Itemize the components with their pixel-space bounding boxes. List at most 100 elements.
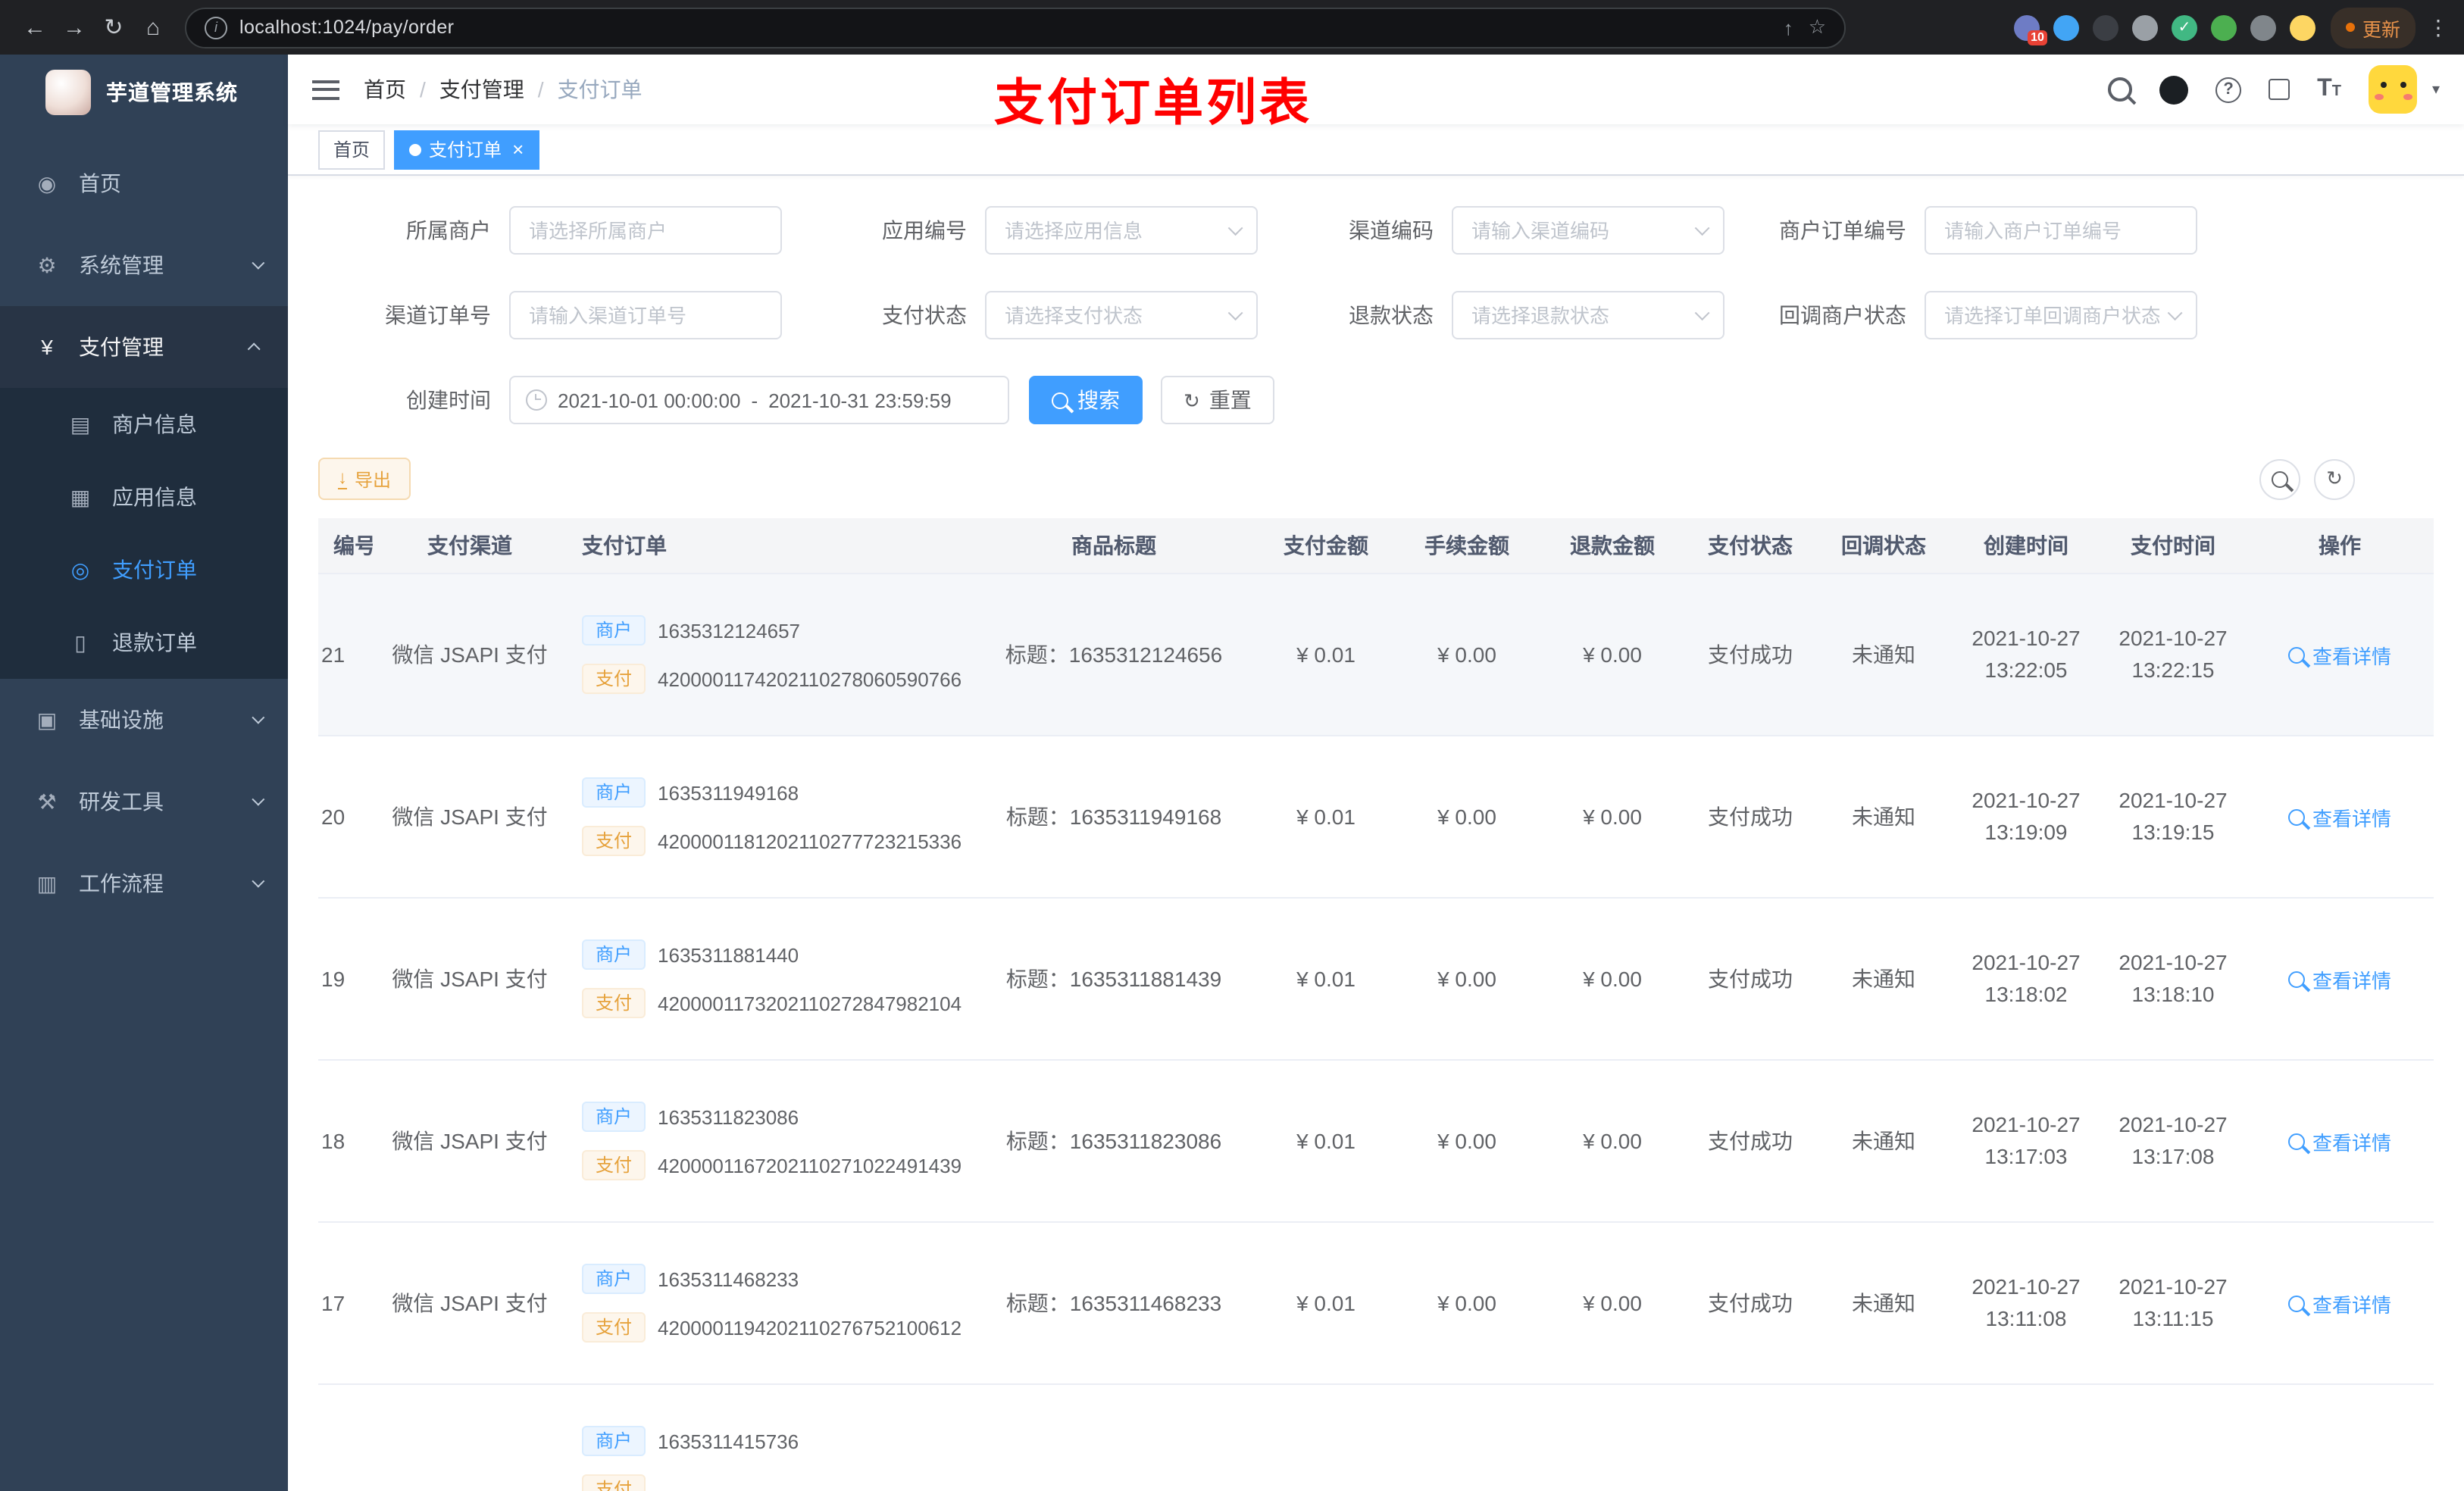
record-icon: ◎ <box>70 557 90 581</box>
search-icon <box>1052 392 1068 408</box>
cell-amount: ¥ 0.01 <box>1258 1222 1394 1385</box>
fullscreen-icon[interactable] <box>2269 79 2290 100</box>
extension-drop-icon[interactable] <box>2053 14 2079 40</box>
merchant-order-no: 1635311949168 <box>658 781 799 804</box>
cell-fee: ¥ 0.00 <box>1394 898 1540 1061</box>
date-range-input[interactable]: 2021-10-01 00:00:00 - 2021-10-31 23:59:5… <box>509 376 1009 424</box>
browser-update-button[interactable]: 更新 <box>2330 7 2416 48</box>
extension-gray-icon[interactable] <box>2131 14 2158 40</box>
table-row: 18 微信 JSAPI 支付 商户 1635311823086 支付 4200001167… <box>318 1060 2434 1223</box>
view-detail-link[interactable]: 查看详情 <box>2287 1127 2391 1155</box>
filter-label-channel-order-no: 渠道订单号 <box>385 303 491 327</box>
filter-merchant-order-no-input[interactable] <box>1925 206 2197 255</box>
export-button[interactable]: ↓ 导出 <box>318 458 411 500</box>
cell-notify: 未通知 <box>1815 574 1952 736</box>
bookmark-star-icon[interactable]: ☆ <box>1809 15 1826 39</box>
date-end-value: 2021-10-31 23:59:59 <box>768 389 952 411</box>
filter-label-notify-status: 回调商户状态 <box>1779 303 1906 327</box>
help-icon[interactable]: ? <box>2215 77 2242 102</box>
tab-pay-order[interactable]: 支付订单 × <box>394 130 539 169</box>
tab-label: 支付订单 <box>429 139 502 161</box>
sidebar-item-workflow[interactable]: ▥ 工作流程 <box>0 842 288 924</box>
cell-id: 21 <box>318 574 373 736</box>
sidebar-item-dev-tools[interactable]: ⚒ 研发工具 <box>0 761 288 842</box>
app-logo[interactable]: 芋道管理系统 <box>0 55 288 130</box>
cell-status <box>1685 1384 1815 1491</box>
extension-generic-icon[interactable]: 10 <box>2013 14 2047 45</box>
close-icon[interactable]: × <box>512 139 524 159</box>
browser-back-icon[interactable]: ← <box>15 14 55 40</box>
sidebar-item-payment[interactable]: ¥ 支付管理 <box>0 306 288 388</box>
view-detail-link[interactable]: 查看详情 <box>2287 640 2391 669</box>
filter-row-1: 所属商户 应用编号 渠道编码 商户订单编号 <box>318 206 2434 255</box>
filter-refund-status-select[interactable] <box>1452 291 1724 339</box>
sidebar-item-label: 退款订单 <box>112 630 197 655</box>
hamburger-icon[interactable] <box>312 80 339 99</box>
tab-home[interactable]: 首页 <box>318 130 386 169</box>
extension-vue-icon[interactable]: ✓ <box>2171 14 2197 40</box>
share-icon[interactable]: ↑ <box>1784 16 1793 39</box>
monitor-icon: ▣ <box>36 707 58 731</box>
sidebar-item-pay-order[interactable]: ◎ 支付订单 <box>0 533 288 606</box>
chevron-down-icon <box>252 711 265 724</box>
merchant-tag: 商户 <box>582 615 646 645</box>
sidebar-item-home[interactable]: ◉ 首页 <box>0 142 288 224</box>
navbar: 首页 / 支付管理 / 支付订单 支付订单列表 ? T T ▾ <box>288 55 2464 130</box>
font-size-icon[interactable]: T T <box>2317 77 2341 102</box>
merchant-order-no: 1635311415736 <box>658 1430 799 1452</box>
cell-refund: ¥ 0.00 <box>1540 1222 1685 1385</box>
cell-pay-order: 商户 1635312124657 支付 42000011742021102780605… <box>567 574 970 736</box>
sidebar-item-refund-order[interactable]: ▯ 退款订单 <box>0 606 288 679</box>
tab-label: 首页 <box>333 139 371 161</box>
orders-table: 编号 支付渠道 支付订单 商品标题 支付金额 手续金额 退款金额 支付状态 回调状态 创建时间 支付… <box>318 518 2434 1491</box>
breadcrumb-item[interactable]: 首页 <box>364 74 406 105</box>
sidebar-item-system[interactable]: ⚙ 系统管理 <box>0 224 288 306</box>
extension-face-icon[interactable] <box>2289 14 2315 40</box>
filter-channel-order-no-input[interactable] <box>509 291 782 339</box>
filter-app-no-select[interactable] <box>985 206 1258 255</box>
filter-channel-code-select[interactable] <box>1452 206 1724 255</box>
refresh-table-button[interactable]: ↻ <box>2314 458 2355 499</box>
url-bar[interactable]: i localhost:1024/pay/order ↑ ☆ <box>185 7 1846 48</box>
filter-merchant-input[interactable] <box>509 206 782 255</box>
site-info-icon[interactable]: i <box>205 16 227 39</box>
filter-label-app-no: 应用编号 <box>882 218 967 242</box>
cell-amount <box>1258 1384 1394 1491</box>
reset-button[interactable]: ↻ 重置 <box>1161 376 1274 424</box>
cell-pay-order: 商户 1635311881440 支付 42000011732021102728479… <box>567 898 970 1061</box>
view-detail-link[interactable]: 查看详情 <box>2287 1289 2391 1318</box>
extension-pin-icon[interactable] <box>2250 14 2276 40</box>
user-avatar[interactable] <box>2368 65 2417 114</box>
extension-dark-icon[interactable] <box>2092 14 2118 40</box>
screen: ← → ↻ ⌂ i localhost:1024/pay/order ↑ ☆ 1… <box>0 0 2464 1491</box>
toggle-search-button[interactable] <box>2259 458 2300 499</box>
column-header: 支付渠道 <box>373 518 567 574</box>
cell-pay-order: 商户 1635311415736 支付 <box>567 1384 970 1491</box>
view-detail-link[interactable]: 查看详情 <box>2287 802 2391 831</box>
sidebar-item-infrastructure[interactable]: ▣ 基础设施 <box>0 679 288 761</box>
view-detail-link[interactable]: 查看详情 <box>2287 964 2391 993</box>
sidebar-item-app-info[interactable]: ▦ 应用信息 <box>0 461 288 533</box>
cell-refund: ¥ 0.00 <box>1540 574 1685 736</box>
filter-notify-status-select[interactable] <box>1925 291 2197 339</box>
merchant-order-no: 1635311468233 <box>658 1268 799 1290</box>
cell-action: 查看详情 <box>2246 736 2434 899</box>
github-icon[interactable] <box>2159 75 2189 104</box>
cell-status: 支付成功 <box>1685 574 1815 736</box>
chevron-down-icon[interactable]: ▾ <box>2432 81 2440 98</box>
extension-green-icon[interactable] <box>2210 14 2237 40</box>
sidebar-item-merchant-info[interactable]: ▤ 商户信息 <box>0 388 288 461</box>
browser-home-icon[interactable]: ⌂ <box>133 14 173 40</box>
document-icon: ▯ <box>74 630 86 654</box>
cell-paid: 2021-10-27 13:19:15 <box>2100 736 2246 899</box>
sidebar-item-label: 支付订单 <box>112 558 197 582</box>
browser-reload-icon[interactable]: ↻ <box>94 14 133 41</box>
filter-pay-status-select[interactable] <box>985 291 1258 339</box>
search-icon[interactable] <box>2108 77 2133 102</box>
filter-pay-status <box>985 291 1258 339</box>
breadcrumb-item[interactable]: 支付管理 <box>439 74 524 105</box>
dashboard-icon: ◉ <box>37 170 57 195</box>
browser-menu-icon[interactable]: ⋮ <box>2428 14 2449 40</box>
search-button[interactable]: 搜索 <box>1029 376 1143 424</box>
browser-forward-icon[interactable]: → <box>55 14 94 40</box>
